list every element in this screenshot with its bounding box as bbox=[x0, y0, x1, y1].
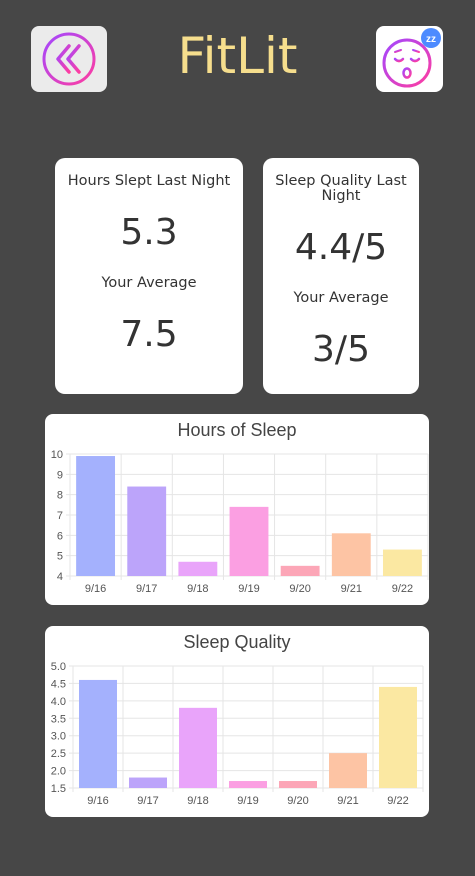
y-tick-label: 2.0 bbox=[51, 766, 66, 778]
sleep-quality-chart-card: Sleep Quality 1.5 2.0 2.5 3.0 3.5 4.0 4.5 5.0 9/… bbox=[45, 626, 429, 817]
hours-average-label: Your Average bbox=[101, 275, 197, 291]
quality-average-label: Your Average bbox=[293, 290, 389, 306]
hours-slept-value: 5.3 bbox=[120, 212, 178, 253]
x-tick-label: 9/17 bbox=[137, 795, 158, 807]
y-tick-label: 2.5 bbox=[51, 748, 66, 760]
hours-slept-card: Hours Slept Last Night 5.3 Your Average … bbox=[55, 158, 243, 394]
y-tick-label: 4.0 bbox=[51, 696, 66, 708]
chart-bar bbox=[229, 781, 267, 788]
chart-bar bbox=[280, 565, 320, 576]
y-tick-label: 4 bbox=[57, 571, 63, 583]
hours-of-sleep-chart-card: Hours of Sleep 4 5 6 7 8 9 10 9/16 9/17 9/18 9/19 9… bbox=[45, 414, 429, 605]
chart-bar bbox=[382, 549, 422, 576]
hours-of-sleep-chart: 4 5 6 7 8 9 10 9/16 9/17 9/18 9/19 9/20 9/21 9/22 bbox=[51, 449, 429, 595]
chart-bar bbox=[229, 506, 269, 576]
chart-bar bbox=[127, 486, 167, 576]
chart-bar bbox=[329, 753, 367, 788]
sleep-badge-text: zz bbox=[426, 34, 436, 45]
x-tick-label: 9/22 bbox=[392, 583, 413, 595]
y-tick-label: 8 bbox=[57, 490, 63, 502]
y-tick-label: 3.5 bbox=[51, 713, 66, 725]
sleep-profile-button[interactable]: zz bbox=[376, 26, 443, 92]
hours-average-value: 7.5 bbox=[120, 314, 178, 355]
y-tick-label: 5 bbox=[57, 551, 63, 563]
chart-bar bbox=[79, 679, 117, 788]
quality-average-value: 3/5 bbox=[312, 329, 370, 370]
y-tick-label: 4.5 bbox=[51, 678, 66, 690]
x-tick-label: 9/19 bbox=[237, 795, 258, 807]
chart-bar bbox=[129, 777, 167, 788]
x-tick-label: 9/16 bbox=[85, 583, 106, 595]
x-tick-label: 9/21 bbox=[337, 795, 358, 807]
x-tick-label: 9/20 bbox=[287, 795, 308, 807]
hours-slept-label: Hours Slept Last Night bbox=[67, 173, 231, 189]
sleep-quality-label: Sleep Quality Last Night bbox=[275, 173, 407, 204]
y-tick-label: 5.0 bbox=[51, 661, 66, 673]
sleep-quality-chart: 1.5 2.0 2.5 3.0 3.5 4.0 4.5 5.0 9/16 9/17 9/18 9/19… bbox=[51, 661, 424, 807]
sleeping-face-icon: zz bbox=[382, 28, 441, 88]
y-tick-label: 1.5 bbox=[51, 783, 66, 795]
y-tick-label: 3.0 bbox=[51, 731, 66, 743]
chart-bar bbox=[76, 456, 116, 576]
y-tick-label: 6 bbox=[57, 530, 63, 542]
x-tick-label: 9/20 bbox=[289, 583, 310, 595]
y-tick-label: 10 bbox=[51, 449, 63, 461]
chart-bar bbox=[179, 707, 217, 788]
x-tick-label: 9/19 bbox=[238, 583, 259, 595]
x-tick-label: 9/18 bbox=[187, 795, 208, 807]
x-tick-label: 9/22 bbox=[387, 795, 408, 807]
chart-bar bbox=[331, 533, 371, 576]
sleep-quality-card: Sleep Quality Last Night 4.4/5 Your Aver… bbox=[263, 158, 419, 394]
chart-bar bbox=[379, 686, 417, 788]
y-tick-label: 9 bbox=[57, 469, 63, 481]
sleep-quality-value: 4.4/5 bbox=[294, 227, 388, 268]
chart-bar bbox=[178, 561, 218, 576]
chart-bar bbox=[279, 781, 317, 788]
x-tick-label: 9/16 bbox=[87, 795, 108, 807]
x-tick-label: 9/21 bbox=[341, 583, 362, 595]
x-tick-label: 9/17 bbox=[136, 583, 157, 595]
y-tick-label: 7 bbox=[57, 510, 63, 522]
x-tick-label: 9/18 bbox=[187, 583, 208, 595]
